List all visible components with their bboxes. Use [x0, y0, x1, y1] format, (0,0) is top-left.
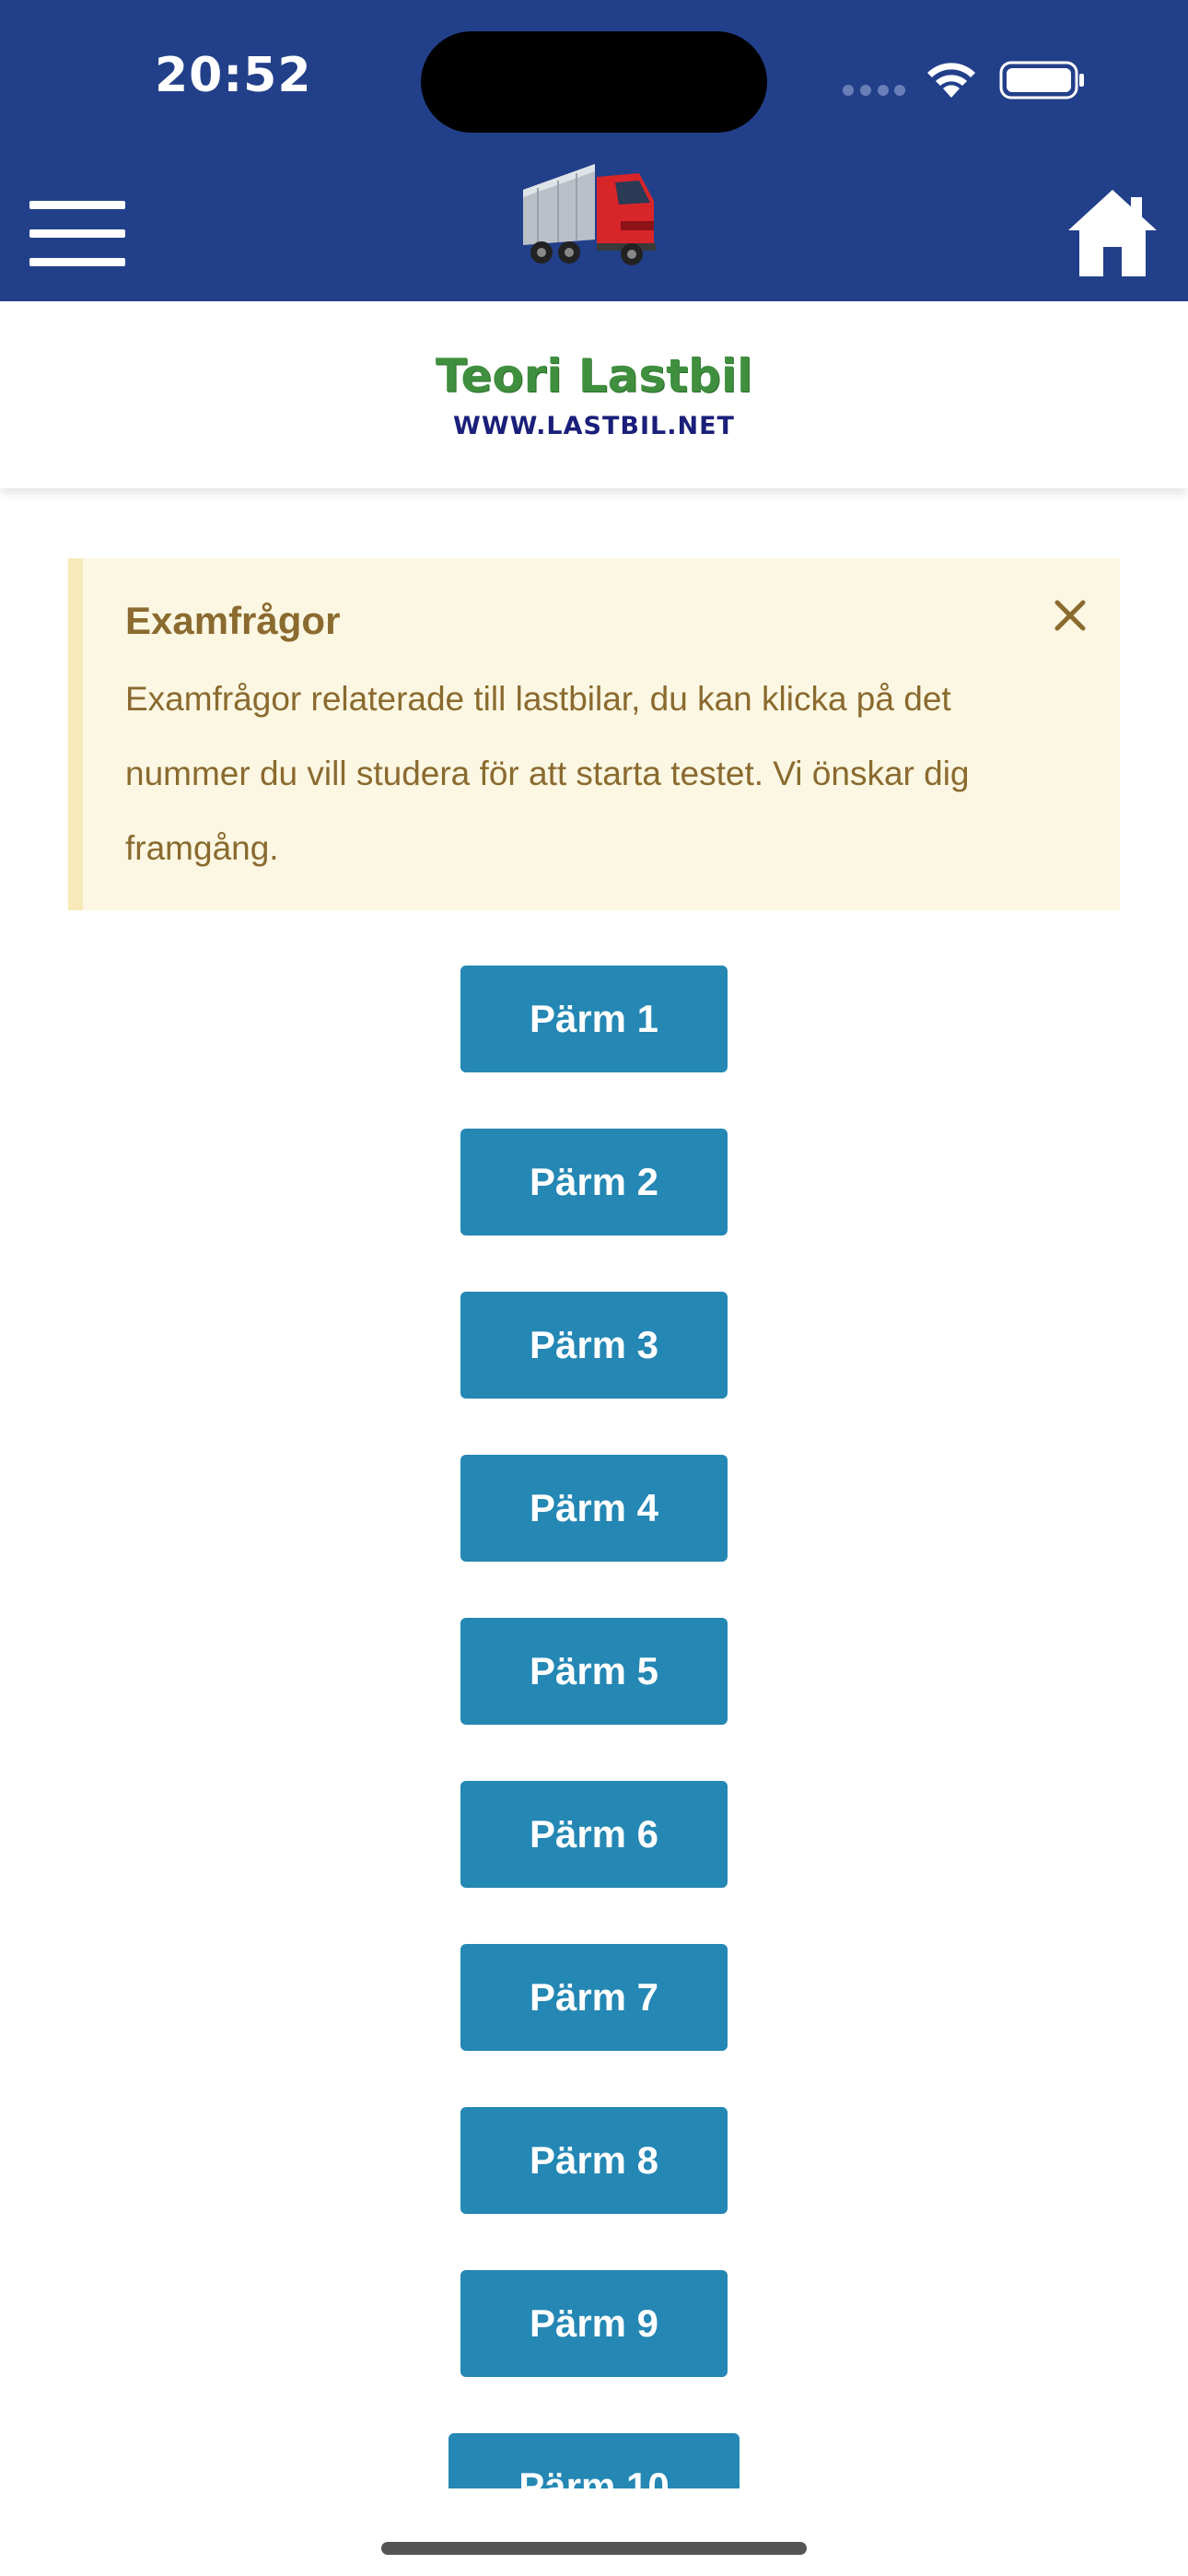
brand-header: Teori Lastbil WWW.LASTBIL.NET [0, 301, 1188, 488]
parm-8-button[interactable]: Pärm 8 [460, 2107, 728, 2214]
wifi-icon [927, 63, 975, 98]
top-navigation-bar: 20:52 [0, 0, 1188, 301]
parm-7-button[interactable]: Pärm 7 [460, 1944, 728, 2051]
dynamic-island [421, 31, 767, 133]
parm-3-button[interactable]: Pärm 3 [460, 1292, 728, 1399]
hamburger-menu-icon[interactable] [29, 201, 125, 267]
alert-title: Examfrågor [125, 599, 341, 642]
truck-icon [523, 164, 656, 265]
cellular-signal-icon [843, 85, 905, 98]
parm-2-button[interactable]: Pärm 2 [460, 1129, 728, 1235]
info-alert: Examfrågor Examfrågor relaterade till la… [68, 558, 1120, 910]
parm-5-button[interactable]: Pärm 5 [460, 1618, 728, 1725]
parm-6-button[interactable]: Pärm 6 [460, 1781, 728, 1888]
brand-url: WWW.LASTBIL.NET [453, 412, 735, 440]
parm-1-button[interactable]: Pärm 1 [460, 966, 728, 1072]
alert-text: Examfrågor relaterade till lastbilar, du… [125, 680, 970, 867]
home-icon[interactable] [1066, 188, 1159, 280]
battery-icon [999, 61, 1084, 100]
close-icon[interactable] [1052, 597, 1089, 634]
parm-9-button[interactable]: Pärm 9 [460, 2270, 728, 2377]
status-time: 20:52 [155, 48, 312, 103]
parm-10-button[interactable]: Pärm 10 [448, 2433, 740, 2488]
parm-4-button[interactable]: Pärm 4 [460, 1455, 728, 1562]
home-indicator [381, 2542, 807, 2555]
brand-title: Teori Lastbil [435, 349, 753, 403]
app-screen: 20:52 Teori Lastbil WWW.LASTBIL.NET Exam… [0, 0, 1188, 2576]
